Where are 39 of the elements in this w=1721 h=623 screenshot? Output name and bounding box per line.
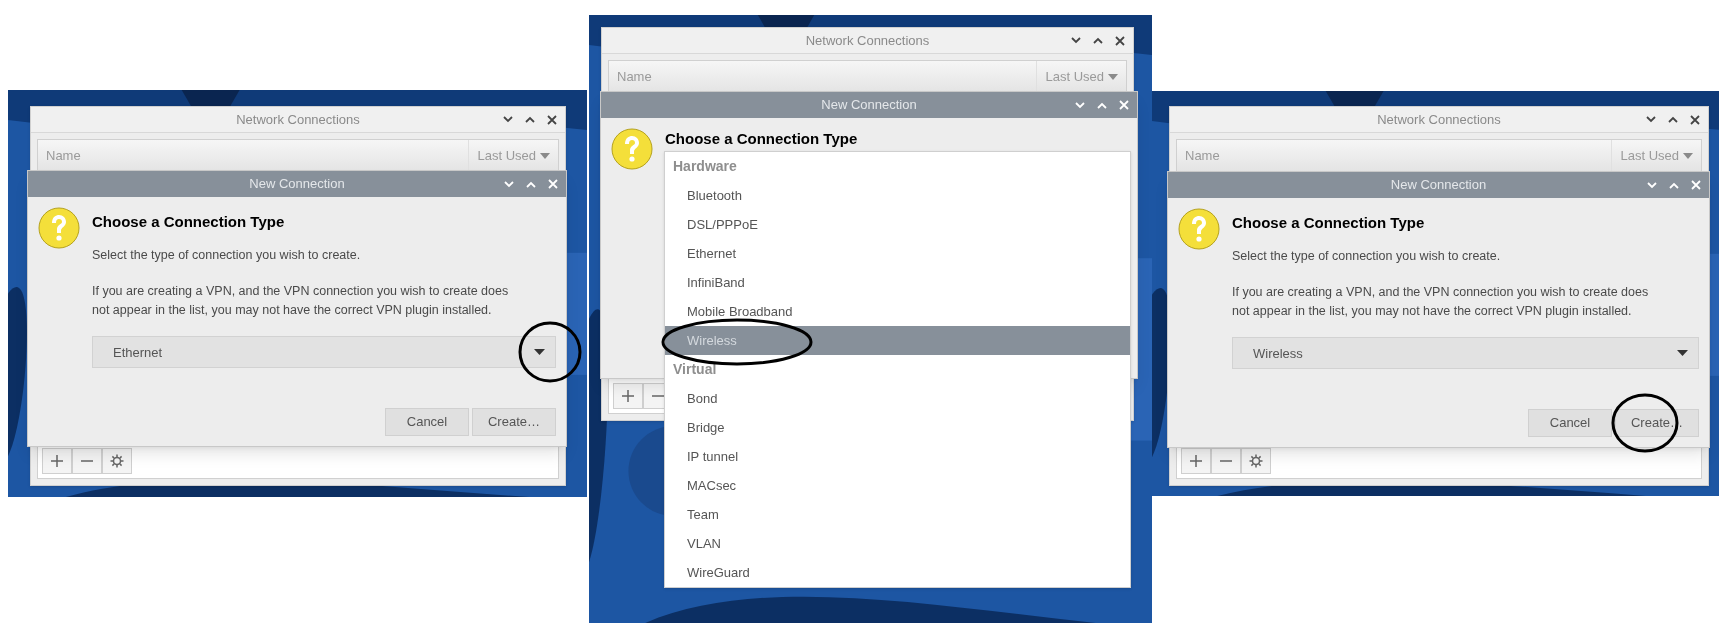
settings-button[interactable] (1241, 448, 1271, 474)
connection-type-dropdown[interactable]: Wireless (1232, 337, 1699, 370)
dialog-heading: Choose a Connection Type (1232, 213, 1426, 233)
settings-button[interactable] (102, 448, 132, 474)
window-title: Network Connections (235, 110, 361, 129)
close-icon[interactable] (1690, 114, 1700, 125)
connection-type-dropdown[interactable]: Ethernet (92, 336, 556, 369)
question-icon (38, 207, 80, 249)
dialog-title: New Connection (1389, 176, 1488, 195)
window-title: Network Connections (1376, 110, 1502, 129)
settings-icon (1249, 454, 1263, 468)
dialog-title: New Connection (248, 175, 346, 194)
add-icon (50, 454, 64, 468)
maximize-icon[interactable] (1668, 116, 1678, 123)
sort-arrow-icon (1683, 152, 1693, 159)
description-text: Select the type of connection you wish to create. (1232, 247, 1502, 265)
cancel-button[interactable]: Cancel (385, 408, 469, 436)
dialog-heading: Choose a Connection Type (92, 212, 286, 232)
dropdown-arrow-icon (1677, 350, 1688, 357)
add-button[interactable] (42, 448, 72, 474)
sort-arrow-icon (540, 152, 550, 159)
dropdown-arrow-icon (534, 349, 545, 356)
minimize-icon[interactable] (503, 116, 513, 123)
add-icon (1189, 454, 1203, 468)
remove-button[interactable] (72, 448, 102, 474)
cancel-button[interactable]: Cancel (1528, 409, 1612, 437)
note-text: If you are creating a VPN, and the VPN connection you wish to create does (1232, 284, 1650, 302)
question-icon (1178, 208, 1220, 250)
note-text: If you are creating a VPN, and the VPN connection you wish to create does (92, 283, 510, 301)
add-button[interactable] (1181, 448, 1211, 474)
note-text: not appear in the list, you may not have the correct VPN plugin installed. (92, 302, 493, 320)
maximize-icon[interactable] (525, 116, 535, 123)
remove-button[interactable] (1211, 448, 1241, 474)
minimize-icon[interactable] (1646, 116, 1656, 123)
description-text: Select the type of connection you wish to create. (92, 246, 362, 264)
settings-icon (110, 454, 124, 468)
create-button[interactable]: Create… (472, 408, 556, 436)
note-text: not appear in the list, you may not have the correct VPN plugin installed. (1232, 303, 1633, 321)
close-icon[interactable] (547, 114, 557, 125)
